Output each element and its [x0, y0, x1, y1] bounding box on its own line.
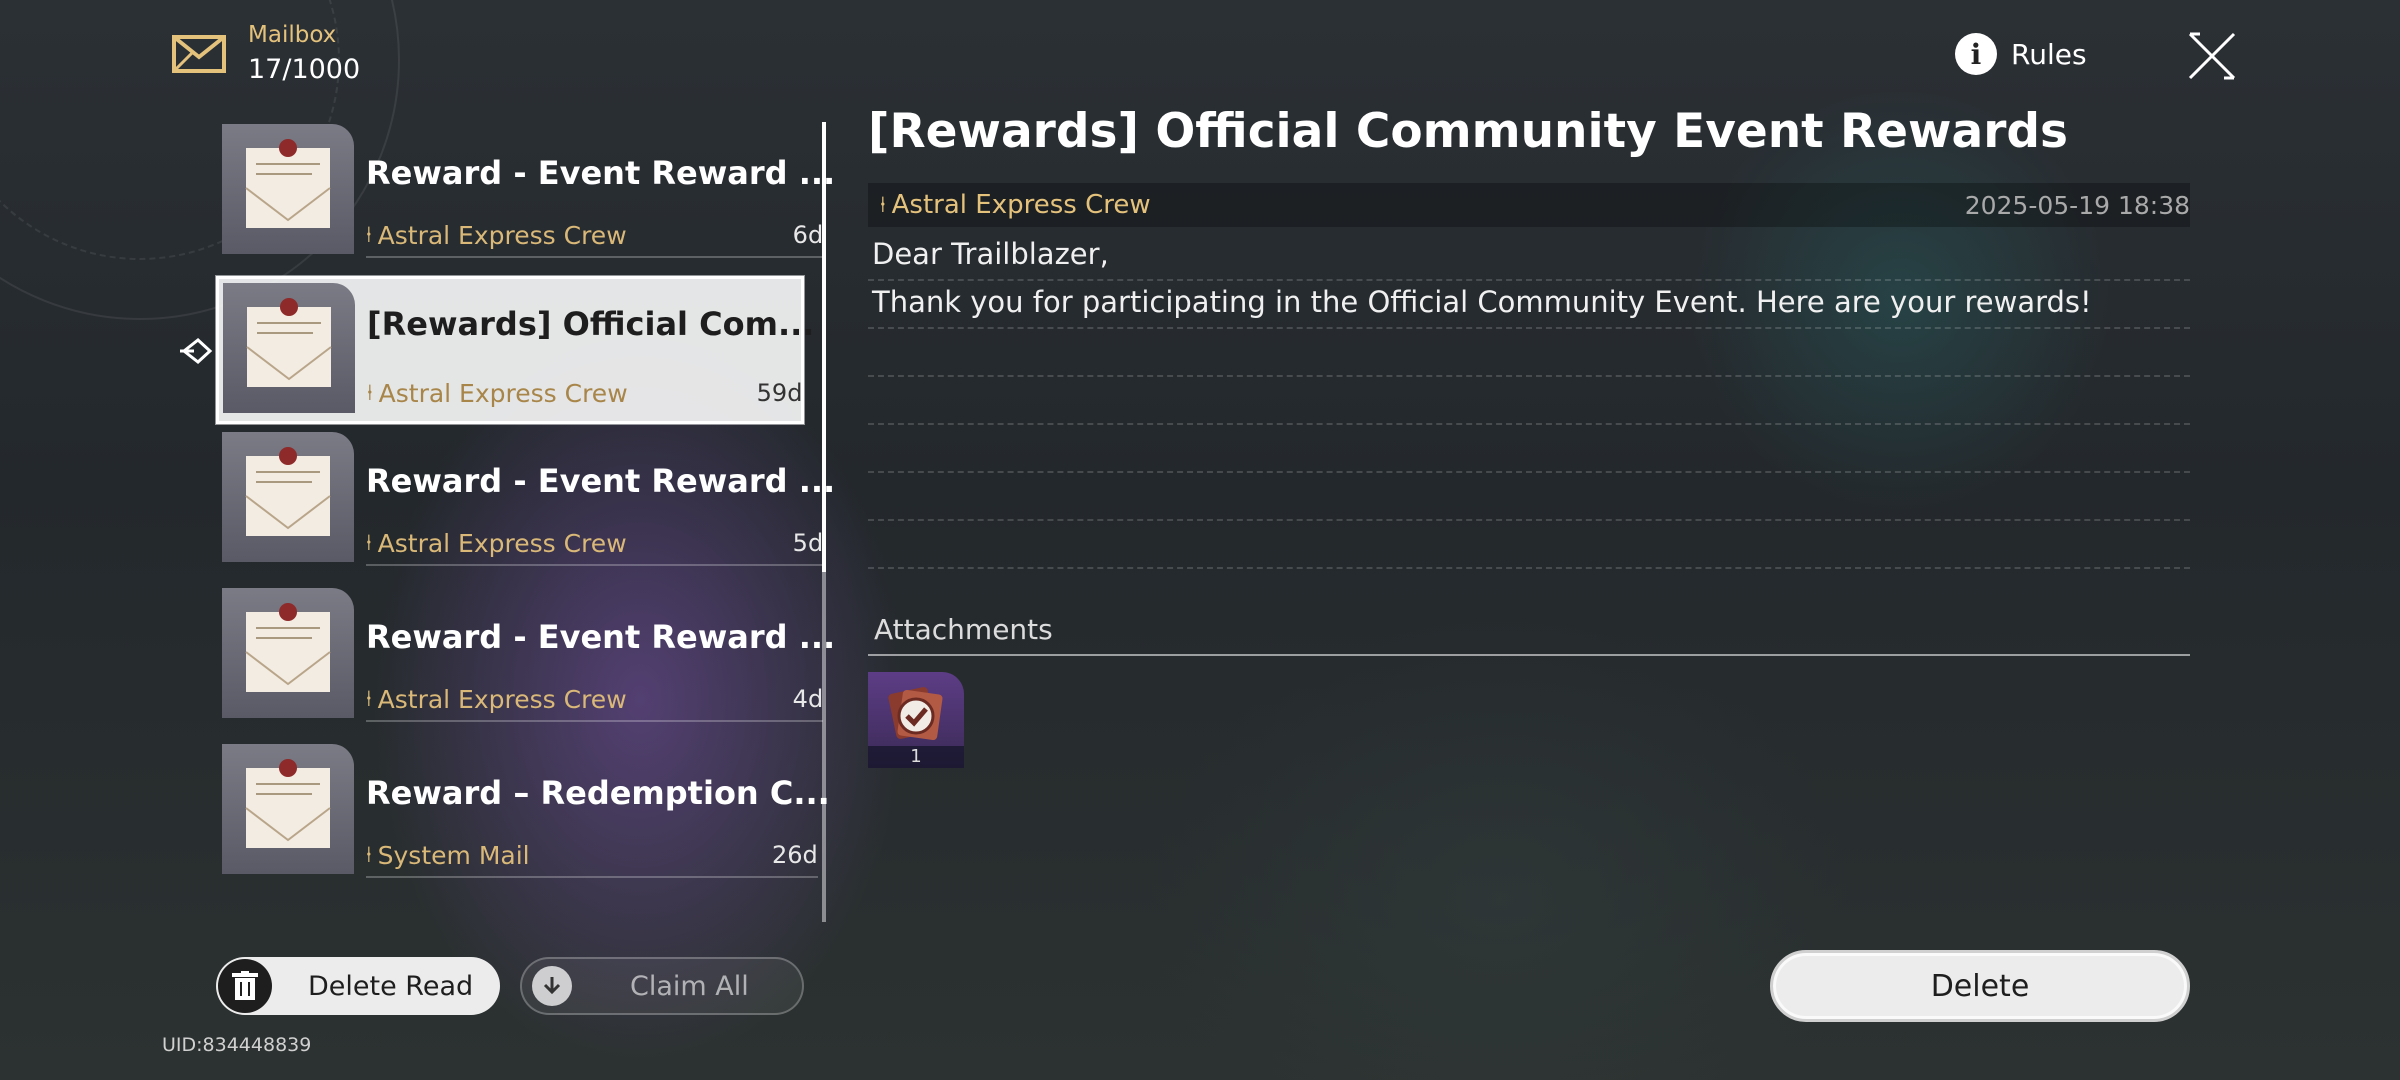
mail-age: 4d	[792, 685, 824, 713]
mail-detail-sender-bar: ⍿ Astral Express Crew 2025-05-19 18:38	[868, 183, 2190, 227]
mail-body-line: Dear Trailblazer,	[868, 233, 2190, 281]
rules-label: Rules	[2011, 37, 2087, 71]
mail-list-item[interactable]: Reward – Redemption C... ⍿ System Mail 26…	[222, 744, 830, 884]
user-id: UID:834448839	[162, 1034, 312, 1056]
mail-list[interactable]: Reward - Event Reward ... ⍿ Astral Expres…	[216, 124, 835, 900]
mail-list-item[interactable]: Reward - Event Reward ... ⍿ Astral Expres…	[222, 432, 835, 572]
mail-envelope-thumbnail	[223, 283, 355, 413]
mail-detail-date: 2025-05-19 18:38	[1964, 190, 2190, 220]
claim-all-label: Claim All	[630, 970, 749, 1002]
download-icon	[532, 966, 572, 1006]
mail-age: 26d	[772, 841, 818, 869]
mail-detail-sender: ⍿ Astral Express Crew	[880, 190, 1151, 220]
mail-age: 6d	[792, 221, 824, 249]
mail-detail-title: [Rewards] Official Community Event Rewar…	[868, 104, 2068, 159]
mail-body-line	[868, 377, 2190, 425]
mail-sender: ⍿ Astral Express Crew	[366, 685, 627, 714]
delete-read-label: Delete Read	[308, 970, 474, 1002]
mail-sender: ⍿ Astral Express Crew	[366, 221, 627, 250]
mail-age: 5d	[792, 529, 824, 557]
mail-detail-panel: [Rewards] Official Community Event Rewar…	[868, 104, 2190, 768]
mail-sender: ⍿ Astral Express Crew	[366, 529, 627, 558]
mail-body-line	[868, 521, 2190, 569]
pin-icon: ⍿	[367, 380, 373, 406]
mail-sender-name: System Mail	[377, 840, 530, 870]
info-icon: i	[1955, 33, 1997, 75]
trash-icon	[218, 959, 272, 1013]
attachment-item[interactable]: 1	[868, 672, 964, 768]
mail-body-line	[868, 473, 2190, 521]
mail-title: Reward - Event Reward ...	[366, 154, 836, 192]
mail-body-line	[868, 329, 2190, 377]
attachment-count: 1	[868, 746, 964, 768]
reward-badge-icon	[888, 687, 943, 741]
delete-button[interactable]: Delete	[1770, 950, 2190, 1022]
claim-all-button[interactable]: Claim All	[520, 957, 804, 1015]
mail-age: 59d	[756, 379, 803, 407]
mailbox-label: Mailbox	[248, 22, 337, 48]
selection-arrow-icon	[180, 338, 213, 364]
envelope-icon	[172, 34, 226, 73]
delete-read-button[interactable]: Delete Read	[216, 957, 500, 1015]
mail-body-line: Thank you for participating in the Offic…	[868, 281, 2190, 329]
mailbox-header: Mailbox 17/1000	[172, 22, 360, 85]
attachments-label: Attachments	[868, 613, 2190, 656]
mail-list-item-selected[interactable]: [Rewards] Official Com... ⍿ Astral Expres…	[216, 276, 814, 424]
mail-sender-name: Astral Express Crew	[378, 378, 628, 408]
mail-count: 17/1000	[248, 54, 361, 85]
pin-icon: ⍿	[366, 530, 372, 556]
close-icon[interactable]	[2186, 30, 2238, 82]
pin-icon: ⍿	[366, 842, 372, 868]
scrollbar-thumb[interactable]	[822, 122, 826, 572]
mail-sender: ⍿ System Mail	[366, 841, 530, 870]
mail-sender: ⍿ Astral Express Crew	[367, 379, 628, 408]
mail-title: [Rewards] Official Com...	[367, 305, 815, 343]
mail-body: Dear Trailblazer, Thank you for particip…	[868, 233, 2190, 569]
pin-icon: ⍿	[366, 686, 372, 712]
mail-envelope-thumbnail	[222, 588, 354, 718]
mail-title: Reward - Event Reward ...	[366, 618, 836, 656]
mail-title: Reward - Event Reward ...	[366, 462, 836, 500]
mail-envelope-thumbnail	[222, 432, 354, 562]
mail-title: Reward – Redemption C...	[366, 774, 830, 812]
pin-icon: ⍿	[880, 192, 886, 218]
mail-detail-sender-name: Astral Express Crew	[891, 190, 1151, 220]
mail-list-scrollbar[interactable]	[822, 122, 826, 922]
mail-envelope-thumbnail	[222, 124, 354, 254]
mail-envelope-thumbnail	[222, 744, 354, 874]
mail-sender-name: Astral Express Crew	[377, 220, 627, 250]
pin-icon: ⍿	[366, 222, 372, 248]
mail-list-item[interactable]: Reward - Event Reward ... ⍿ Astral Expres…	[222, 124, 835, 264]
mail-sender-name: Astral Express Crew	[377, 528, 627, 558]
mail-body-line	[868, 425, 2190, 473]
rules-button[interactable]: i Rules	[1955, 33, 2087, 75]
mail-sender-name: Astral Express Crew	[377, 684, 627, 714]
mail-list-item[interactable]: Reward - Event Reward ... ⍿ Astral Expres…	[222, 588, 835, 728]
